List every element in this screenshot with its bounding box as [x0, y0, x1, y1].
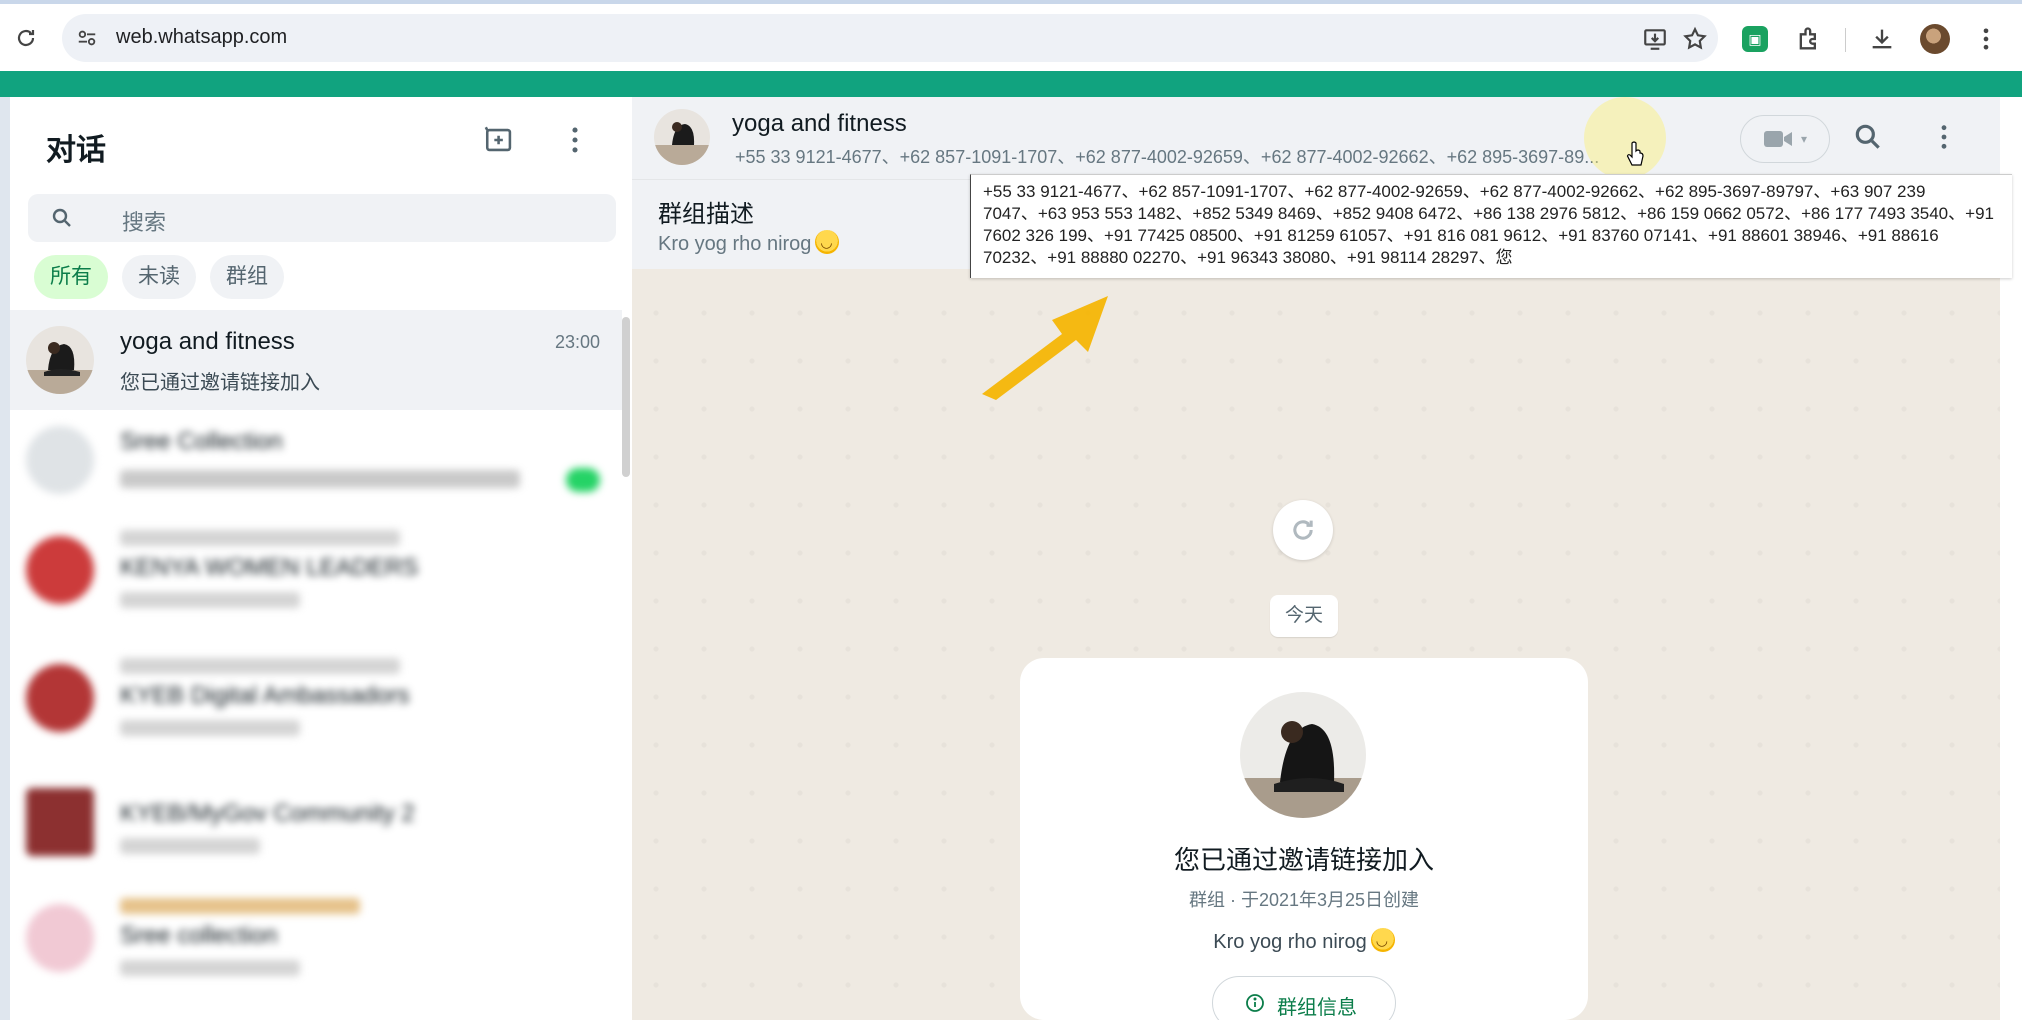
site-info-icon[interactable] [76, 27, 98, 49]
blurred-preview [120, 720, 300, 736]
blurred-preview [120, 838, 260, 854]
smiling-face-emoji-icon [1370, 928, 1395, 952]
browser-menu-icon[interactable] [1972, 25, 2000, 53]
filter-all[interactable]: 所有 [34, 255, 108, 299]
cursor-highlight [1584, 97, 1666, 179]
address-bar[interactable]: web.whatsapp.com [62, 14, 1718, 62]
filter-groups[interactable]: 群组 [210, 255, 284, 299]
whatsapp-top-band [0, 71, 2022, 97]
chat-avatar [26, 426, 94, 494]
chat-time: 23:00 [554, 332, 600, 352]
menu-icon[interactable] [558, 123, 592, 157]
browser-toolbar: web.whatsapp.com ▣ [0, 4, 2022, 71]
video-camera-icon [1764, 131, 1792, 147]
toolbar-separator [1845, 28, 1846, 52]
date-separator: 今天 [1270, 595, 1338, 637]
panel-title: 对话 [46, 134, 106, 167]
chat-list: yoga and fitness 您已通过邀请链接加入 23:00 Sree C… [10, 310, 632, 1020]
conversation-header[interactable]: yoga and fitness +55 33 9121-4677、+62 85… [632, 97, 2000, 179]
menu-icon[interactable] [1928, 121, 1960, 153]
url-text[interactable]: web.whatsapp.com [116, 26, 287, 49]
chat-name: KYEB/MyGov Community 2 [120, 800, 415, 827]
card-subtitle: 群组 · 于2021年3月25日创建 [1188, 890, 1420, 910]
install-app-icon[interactable] [1642, 26, 1668, 52]
chat-item-yoga-and-fitness[interactable]: yoga and fitness 您已通过邀请链接加入 23:00 [10, 310, 622, 410]
info-icon [1246, 994, 1264, 1012]
annotation-arrow-icon [982, 296, 1108, 400]
description-title: 群组描述 [658, 201, 754, 228]
download-icon[interactable] [1868, 25, 1896, 53]
blurred-preview [120, 470, 520, 488]
description-text: Kro yog rho nirog [658, 230, 840, 256]
chat-avatar [26, 788, 94, 856]
chat-list-panel: 对话 搜索 所有 未读 群组 yoga and fitness 您已通过邀请链接… [10, 97, 632, 1020]
blurred-line [120, 530, 400, 546]
chat-item-blurred[interactable]: KENYA WOMEN LEADERS [10, 520, 622, 620]
chat-avatar [26, 536, 94, 604]
search-placeholder[interactable]: 搜索 [122, 205, 166, 237]
group-avatar [26, 326, 94, 394]
group-avatar[interactable] [654, 109, 710, 165]
search-icon [52, 208, 71, 227]
bookmark-star-icon[interactable] [1682, 26, 1708, 52]
blurred-preview [120, 960, 300, 976]
members-tooltip: +55 33 9121-4677、+62 857-1091-1707、+62 8… [970, 174, 2012, 278]
chat-item-blurred[interactable]: Sree collection [10, 888, 622, 988]
card-title: 您已通过邀请链接加入 [1173, 845, 1434, 875]
chat-name: KYEB Digital Ambassadors [120, 682, 410, 709]
reload-icon[interactable] [14, 26, 38, 50]
chat-list-scrollbar[interactable] [622, 317, 630, 477]
browser-profile-avatar[interactable] [1920, 24, 1950, 54]
chat-name: Sree collection [120, 922, 278, 949]
blurred-preview [120, 592, 300, 608]
filter-unread[interactable]: 未读 [122, 255, 196, 299]
chat-avatar [26, 664, 94, 732]
chat-item-blurred[interactable]: Sree Collection [10, 410, 622, 510]
refresh-icon [1293, 520, 1313, 540]
chat-name: KENYA WOMEN LEADERS [120, 554, 419, 581]
video-call-button[interactable]: ▾ [1740, 115, 1830, 163]
load-older-messages-button[interactable] [1273, 500, 1333, 560]
extensions-puzzle-icon[interactable] [1795, 25, 1823, 53]
blurred-line [120, 658, 400, 674]
chat-preview: 您已通过邀请链接加入 [120, 372, 320, 394]
chat-name: yoga and fitness [120, 328, 295, 355]
group-info-card: 您已通过邀请链接加入 群组 · 于2021年3月25日创建 Kro yog rh… [1020, 658, 1588, 1020]
hand-cursor-icon [1626, 141, 1644, 166]
chat-name: Sree Collection [120, 428, 283, 455]
group-info-label: 群组信息 [1277, 997, 1357, 1019]
group-info-button[interactable]: 群组信息 [1212, 976, 1396, 1020]
chat-avatar [26, 904, 94, 972]
chat-item-blurred[interactable]: KYEB Digital Ambassadors [10, 648, 622, 748]
group-avatar-large [1240, 692, 1366, 818]
new-chat-icon[interactable] [483, 123, 517, 157]
chevron-down-icon: ▾ [1801, 132, 1808, 146]
card-description: Kro yog rho nirog [1020, 928, 1588, 954]
search-box[interactable]: 搜索 [28, 194, 616, 242]
unread-badge [566, 468, 600, 492]
group-members-summary[interactable]: +55 33 9121-4677、+62 857-1091-1707、+62 8… [735, 143, 1695, 169]
smiling-face-emoji-icon [815, 230, 840, 254]
blurred-line [120, 898, 360, 914]
chat-item-blurred[interactable]: KYEB/MyGov Community 2 [10, 772, 622, 872]
search-icon[interactable] [1852, 121, 1884, 153]
group-title[interactable]: yoga and fitness [732, 110, 907, 138]
extension-green-icon[interactable]: ▣ [1742, 26, 1768, 52]
